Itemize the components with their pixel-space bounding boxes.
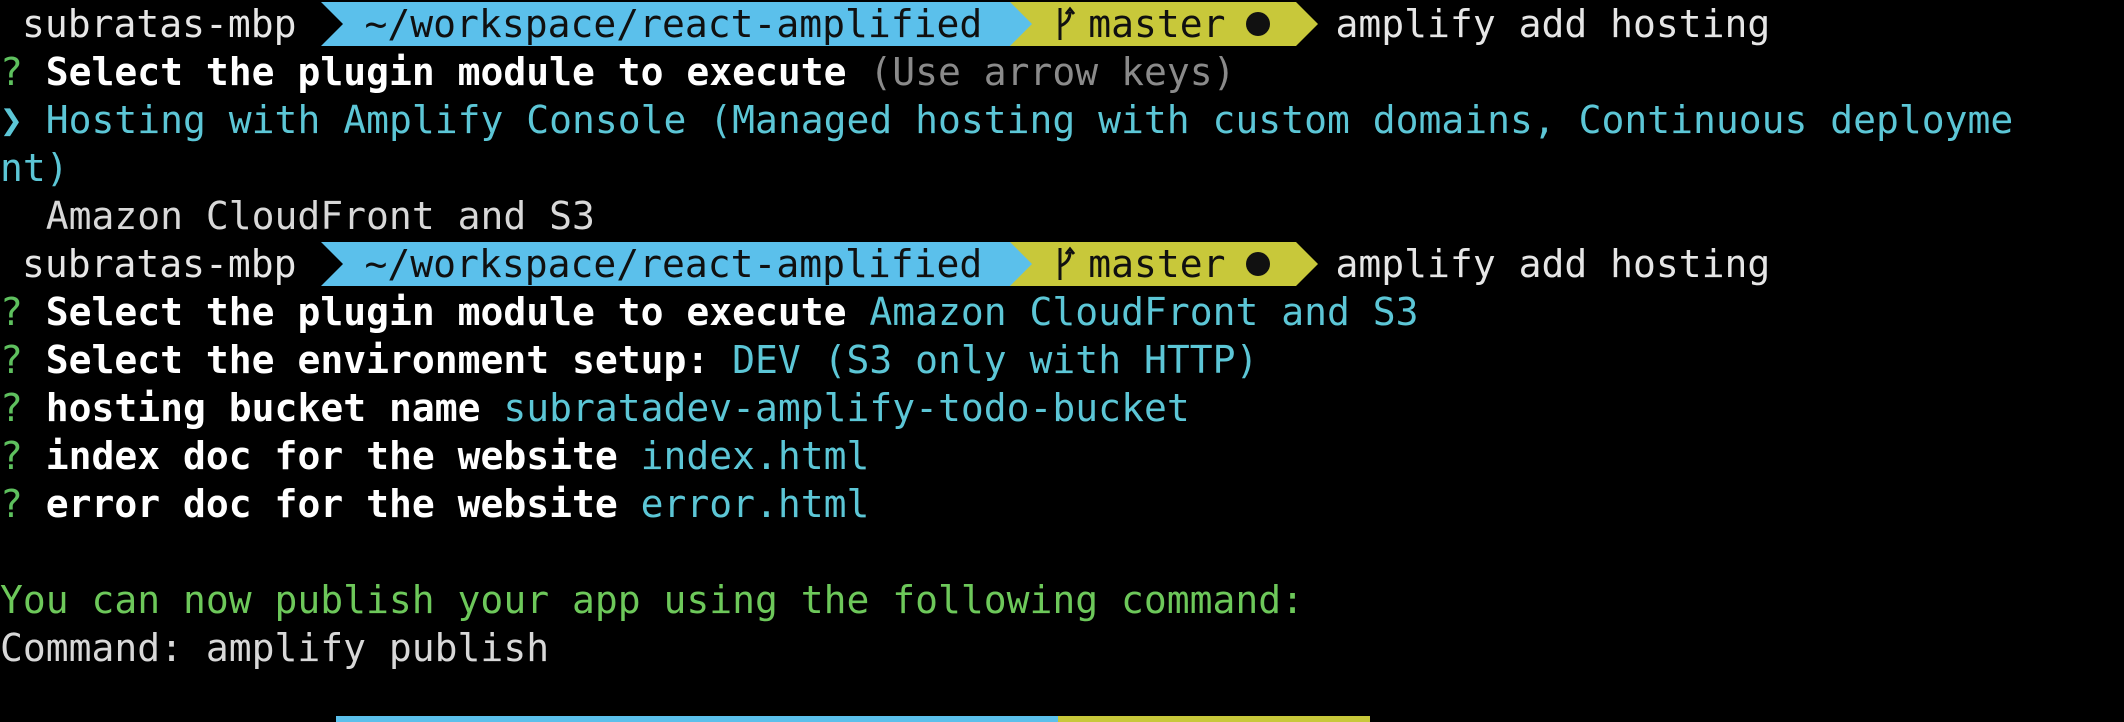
prompt-host-segment: subratas-mbp (0, 242, 343, 286)
segment-separator-icon (1295, 242, 1318, 286)
question-label: error doc for the website (45, 482, 618, 526)
segment-separator-icon (320, 242, 343, 286)
answered-question: ? Select the plugin module to execute Am… (0, 288, 1418, 336)
question-mark: ? (0, 338, 23, 382)
option-label-wrap: nt) (0, 146, 69, 190)
list-option-selected-wrap[interactable]: nt) (0, 144, 69, 192)
terminal-window[interactable]: subratas-mbp ~/workspace/react-amplified… (0, 0, 2124, 722)
git-branch-icon (1058, 6, 1076, 40)
prompt-path-segment: ~/workspace/react-amplified (320, 2, 1033, 46)
typed-command: amplify add hosting (1335, 242, 1771, 286)
question-answer: Amazon CloudFront and S3 (869, 290, 1419, 334)
list-option[interactable]: Amazon CloudFront and S3 (0, 192, 595, 240)
question-label: Select the plugin module to execute (45, 290, 847, 334)
answered-question: ? index doc for the website index.html (0, 432, 869, 480)
question-mark: ? (0, 290, 23, 334)
prompt-git-segment: master (1010, 242, 1318, 286)
prompt-branch: master (1088, 2, 1226, 46)
question-mark: ? (0, 386, 23, 430)
answered-question: ? hosting bucket name subratadev-amplify… (0, 384, 1190, 432)
question-label: hosting bucket name (45, 386, 481, 430)
question-label: Select the environment setup: (45, 338, 710, 382)
question-hint: (Use arrow keys) (869, 50, 1236, 94)
question-answer: subratadev-amplify-todo-bucket (503, 386, 1190, 430)
question-answer: error.html (640, 482, 870, 526)
git-dirty-dot-icon (1245, 252, 1270, 276)
success-message: You can now publish your app using the f… (0, 576, 1304, 624)
prompt-path: ~/workspace/react-amplified (364, 242, 983, 286)
question-mark: ? (0, 434, 23, 478)
prompt-host-segment: subratas-mbp (0, 2, 343, 46)
prompt-line: subratas-mbp ~/workspace/react-amplified… (0, 242, 1770, 286)
question-mark: ? (0, 50, 23, 94)
command-hint-text: Command: amplify publish (0, 626, 550, 670)
question-mark: ? (0, 482, 23, 526)
prompt-git-segment: master (1010, 2, 1318, 46)
command-hint: Command: amplify publish (0, 624, 549, 672)
prompt-host: subratas-mbp (22, 2, 297, 46)
selection-pointer-icon: ❯ (0, 98, 23, 142)
success-text: You can now publish your app using the f… (0, 578, 1305, 622)
option-label: Hosting with Amplify Console (Managed ho… (45, 98, 2014, 142)
next-prompt-git-segment (1058, 716, 1370, 722)
question-line: ? Select the plugin module to execute (U… (0, 48, 1235, 96)
answered-question: ? Select the environment setup: DEV (S3 … (0, 336, 1258, 384)
prompt-line: subratas-mbp ~/workspace/react-amplified… (0, 2, 1770, 46)
segment-separator-icon (1295, 2, 1318, 46)
segment-separator-icon (320, 2, 343, 46)
prompt-path-segment: ~/workspace/react-amplified (320, 242, 1033, 286)
prompt-path: ~/workspace/react-amplified (364, 2, 983, 46)
answered-question: ? error doc for the website error.html (0, 480, 869, 528)
segment-separator-icon (1010, 242, 1033, 286)
prompt-branch: master (1088, 242, 1226, 286)
question-answer: index.html (640, 434, 870, 478)
question-answer: DEV (S3 only with HTTP) (732, 338, 1259, 382)
next-prompt-path-segment (336, 716, 1058, 722)
typed-command: amplify add hosting (1335, 2, 1771, 46)
git-branch-icon (1058, 246, 1076, 280)
git-dirty-dot-icon (1245, 12, 1270, 36)
option-label: Amazon CloudFront and S3 (45, 194, 595, 238)
list-option-selected[interactable]: ❯ Hosting with Amplify Console (Managed … (0, 96, 2013, 144)
prompt-host: subratas-mbp (22, 242, 297, 286)
question-text: Select the plugin module to execute (45, 50, 847, 94)
question-label: index doc for the website (45, 434, 618, 478)
segment-separator-icon (1010, 2, 1033, 46)
